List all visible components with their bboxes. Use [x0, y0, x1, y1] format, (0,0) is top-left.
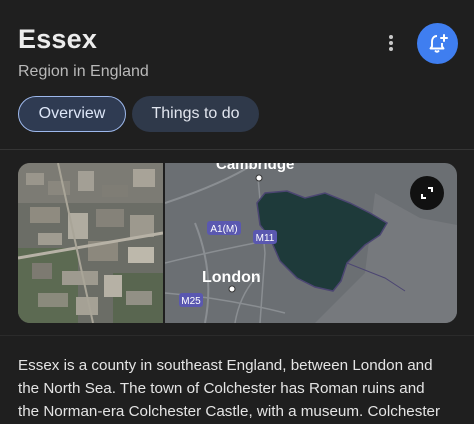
- description-line: the North Sea. The town of Colchester ha…: [18, 380, 425, 397]
- more-vert-icon: [389, 35, 393, 51]
- map-label-m11: M11: [256, 233, 275, 244]
- map-label-m25: M25: [181, 296, 201, 307]
- description-line: Essex is a county in southeast England, …: [18, 357, 433, 374]
- aerial-photo[interactable]: [18, 163, 163, 323]
- cambridge-marker: [255, 174, 263, 182]
- tab-things-to-do[interactable]: Things to do: [132, 96, 259, 132]
- place-title: Essex: [18, 24, 98, 54]
- follow-button[interactable]: [417, 23, 458, 64]
- media-strip: Cambridge A1(M) M11 London M25: [18, 163, 457, 323]
- place-subtitle: Region in England: [18, 63, 149, 80]
- tab-overview-label: Overview: [38, 105, 106, 122]
- london-marker: [228, 285, 236, 293]
- more-options-button[interactable]: [380, 30, 402, 56]
- map-label-cambridge: Cambridge: [216, 163, 294, 173]
- map-label-london: London: [202, 269, 261, 286]
- map-label-a1m: A1(M): [210, 224, 237, 235]
- expand-map-button[interactable]: [410, 176, 444, 210]
- section-divider: [0, 335, 474, 336]
- divider: [0, 149, 474, 150]
- tab-overview[interactable]: Overview: [18, 96, 126, 132]
- add-alert-bell-icon: [429, 33, 448, 53]
- expand-icon: [421, 187, 433, 199]
- description: Essex is a county in southeast England, …: [18, 354, 468, 423]
- tab-things-to-do-label: Things to do: [151, 105, 240, 122]
- description-line: the Norman-era Colchester Castle, with a…: [18, 403, 441, 420]
